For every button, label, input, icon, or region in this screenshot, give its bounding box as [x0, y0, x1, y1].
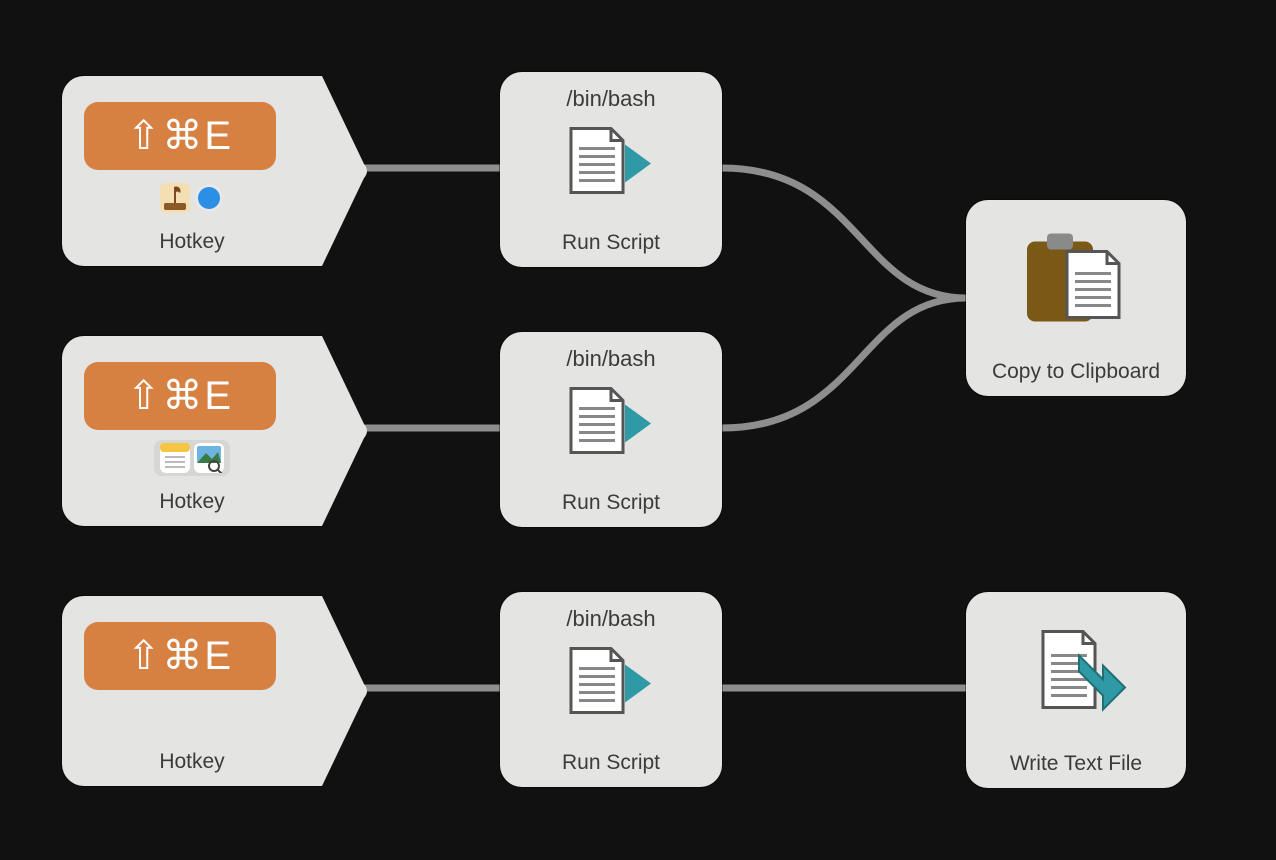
hotkey-trigger-node[interactable]: ⇧⌘E Hotkey	[62, 76, 322, 266]
script-file-icon	[565, 384, 657, 467]
run-script-label: Run Script	[500, 491, 722, 515]
run-script-node[interactable]: /bin/bash Run Script	[500, 592, 722, 787]
copy-to-clipboard-node[interactable]: Copy to Clipboard	[966, 200, 1186, 396]
hotkey-shortcut-text: ⇧⌘E	[127, 373, 233, 419]
copy-to-clipboard-label: Copy to Clipboard	[966, 360, 1186, 384]
write-file-icon	[1021, 624, 1131, 725]
write-text-file-node[interactable]: Write Text File	[966, 592, 1186, 788]
run-script-label: Run Script	[500, 751, 722, 775]
hotkey-pointer-icon	[322, 76, 370, 266]
write-text-file-label: Write Text File	[966, 752, 1186, 776]
hotkey-label: Hotkey	[62, 230, 322, 254]
hotkey-pointer-icon	[322, 596, 370, 786]
run-script-header: /bin/bash	[500, 606, 722, 632]
hotkey-app-icons	[62, 440, 322, 476]
script-file-icon	[565, 124, 657, 207]
run-script-header: /bin/bash	[500, 346, 722, 372]
hotkey-label: Hotkey	[62, 750, 322, 774]
garageband-app-icon	[160, 183, 190, 213]
hotkey-pointer-icon	[322, 336, 370, 526]
run-script-node[interactable]: /bin/bash Run Script	[500, 72, 722, 267]
run-script-header: /bin/bash	[500, 86, 722, 112]
run-script-node[interactable]: /bin/bash Run Script	[500, 332, 722, 527]
clipboard-icon	[1021, 232, 1131, 333]
hotkey-trigger-node[interactable]: ⇧⌘E Hotkey	[62, 336, 322, 526]
hotkey-shortcut-badge: ⇧⌘E	[84, 362, 276, 430]
hotkey-app-icons	[62, 180, 322, 216]
run-script-label: Run Script	[500, 231, 722, 255]
hotkey-label: Hotkey	[62, 490, 322, 514]
script-file-icon	[565, 644, 657, 727]
hotkey-shortcut-text: ⇧⌘E	[127, 633, 233, 679]
safari-app-icon	[194, 183, 224, 213]
hotkey-trigger-node[interactable]: ⇧⌘E Hotkey	[62, 596, 322, 786]
preview-app-icon	[194, 443, 224, 473]
hotkey-shortcut-badge: ⇧⌘E	[84, 622, 276, 690]
workflow-canvas: ⇧⌘E Hotkey /bin/bash	[0, 0, 1276, 860]
hotkey-shortcut-text: ⇧⌘E	[127, 113, 233, 159]
hotkey-shortcut-badge: ⇧⌘E	[84, 102, 276, 170]
notes-app-icon	[160, 443, 190, 473]
